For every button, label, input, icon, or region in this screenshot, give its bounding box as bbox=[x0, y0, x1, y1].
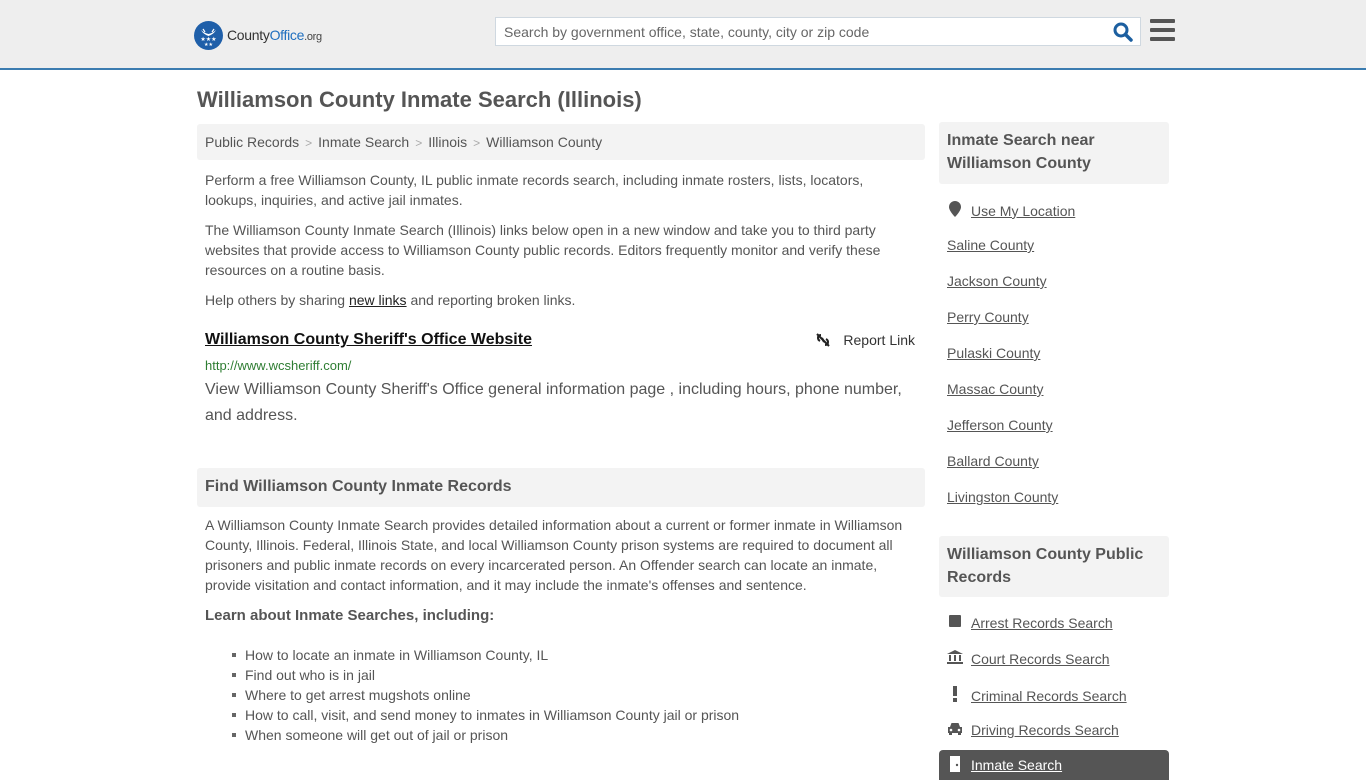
breadcrumb-separator: > bbox=[473, 136, 481, 150]
find-records-paragraph: A Williamson County Inmate Search provid… bbox=[205, 517, 903, 593]
hamburger-menu-icon bbox=[1150, 19, 1175, 23]
page-title: Williamson County Inmate Search (Illinoi… bbox=[197, 87, 642, 112]
breadcrumb-separator: > bbox=[415, 136, 423, 150]
search-box bbox=[495, 17, 1141, 46]
use-my-location-link[interactable]: Use My Location bbox=[971, 203, 1075, 219]
search-icon bbox=[1113, 22, 1133, 42]
list-item: When someone will get out of jail or pri… bbox=[231, 725, 739, 745]
inmate-search-active-item[interactable]: Inmate Search bbox=[939, 750, 1169, 780]
nearby-heading: Inmate Search near Williamson County bbox=[939, 122, 1169, 184]
arrest-records-link[interactable]: Arrest Records Search bbox=[971, 615, 1113, 631]
report-link-label: Report Link bbox=[843, 332, 915, 348]
find-records-heading: Find Williamson County Inmate Records bbox=[197, 468, 925, 507]
learn-heading: Learn about Inmate Searches, including: bbox=[205, 607, 495, 624]
countyoffice-logo[interactable]: ★★★ ★★ CountyOffice.org bbox=[194, 20, 322, 50]
list-item: How to locate an inmate in Williamson Co… bbox=[231, 645, 739, 665]
nearby-county-link[interactable]: Pulaski County bbox=[947, 345, 1040, 361]
breadcrumb-separator: > bbox=[305, 136, 313, 150]
nearby-county-link[interactable]: Ballard County bbox=[947, 453, 1039, 469]
svg-text:★★: ★★ bbox=[204, 42, 213, 48]
nearby-county-link[interactable]: Massac County bbox=[947, 381, 1043, 397]
report-link-button[interactable]: Report Link bbox=[815, 332, 915, 348]
result-description: View Williamson County Sheriff's Office … bbox=[205, 381, 902, 424]
breadcrumb-current: Williamson County bbox=[486, 134, 603, 150]
intro-paragraph: Perform a free Williamson County, IL pub… bbox=[205, 172, 864, 208]
public-records-heading: Williamson County Public Records bbox=[939, 536, 1169, 597]
learn-list: How to locate an inmate in Williamson Co… bbox=[231, 645, 740, 745]
nearby-county-link[interactable]: Jackson County bbox=[947, 273, 1047, 289]
breadcrumb-illinois[interactable]: Illinois bbox=[428, 134, 467, 150]
nearby-county-link[interactable]: Perry County bbox=[947, 309, 1029, 325]
new-links-link[interactable]: new links bbox=[349, 292, 407, 308]
door-icon bbox=[947, 755, 963, 775]
disclaimer-paragraph: The Williamson County Inmate Search (Ill… bbox=[205, 222, 881, 278]
list-item: Find out who is in jail bbox=[231, 665, 739, 685]
hamburger-menu-button[interactable] bbox=[1150, 19, 1175, 41]
share-paragraph: Help others by sharing new links and rep… bbox=[205, 292, 576, 308]
square-icon bbox=[947, 614, 963, 631]
arrest-records-item[interactable]: Arrest Records Search bbox=[947, 614, 1113, 631]
list-item: How to call, visit, and send money to in… bbox=[231, 707, 740, 723]
inmate-search-link[interactable]: Inmate Search bbox=[971, 757, 1062, 773]
use-my-location-item[interactable]: Use My Location bbox=[947, 201, 1075, 220]
criminal-records-link[interactable]: Criminal Records Search bbox=[971, 688, 1127, 704]
find-records-section: A Williamson County Inmate Search provid… bbox=[197, 515, 925, 595]
result-title-link[interactable]: Williamson County Sheriff's Office Websi… bbox=[205, 331, 532, 349]
breadcrumb: Public Records > Inmate Search > Illinois > Wi… bbox=[197, 124, 925, 160]
nearby-county-link[interactable]: Saline County bbox=[947, 237, 1034, 253]
car-icon bbox=[947, 722, 963, 738]
map-marker-icon bbox=[947, 201, 963, 220]
driving-records-link[interactable]: Driving Records Search bbox=[971, 722, 1119, 738]
court-records-link[interactable]: Court Records Search bbox=[971, 651, 1110, 667]
search-input[interactable] bbox=[496, 18, 1096, 45]
search-button[interactable] bbox=[1112, 21, 1134, 43]
eagle-stars-icon: ★★★ ★★ bbox=[194, 20, 223, 50]
exclamation-icon bbox=[947, 686, 963, 705]
site-header: ★★★ ★★ CountyOffice.org bbox=[0, 0, 1366, 70]
logo-text: CountyOffice.org bbox=[227, 27, 322, 43]
intro-section: Perform a free Williamson County, IL pub… bbox=[197, 170, 925, 310]
nearby-county-link[interactable]: Livingston County bbox=[947, 489, 1058, 505]
nearby-county-link[interactable]: Jefferson County bbox=[947, 417, 1053, 433]
court-records-item[interactable]: Court Records Search bbox=[947, 650, 1110, 667]
criminal-records-item[interactable]: Criminal Records Search bbox=[947, 686, 1127, 705]
courthouse-icon bbox=[947, 650, 963, 667]
breadcrumb-inmate-search[interactable]: Inmate Search bbox=[318, 134, 409, 150]
broken-link-icon bbox=[816, 333, 831, 347]
list-item: Where to get arrest mugshots online bbox=[231, 685, 739, 705]
driving-records-item[interactable]: Driving Records Search bbox=[947, 722, 1119, 738]
result-url: http://www.wcsheriff.com/ bbox=[205, 358, 352, 373]
breadcrumb-public-records[interactable]: Public Records bbox=[205, 134, 299, 150]
